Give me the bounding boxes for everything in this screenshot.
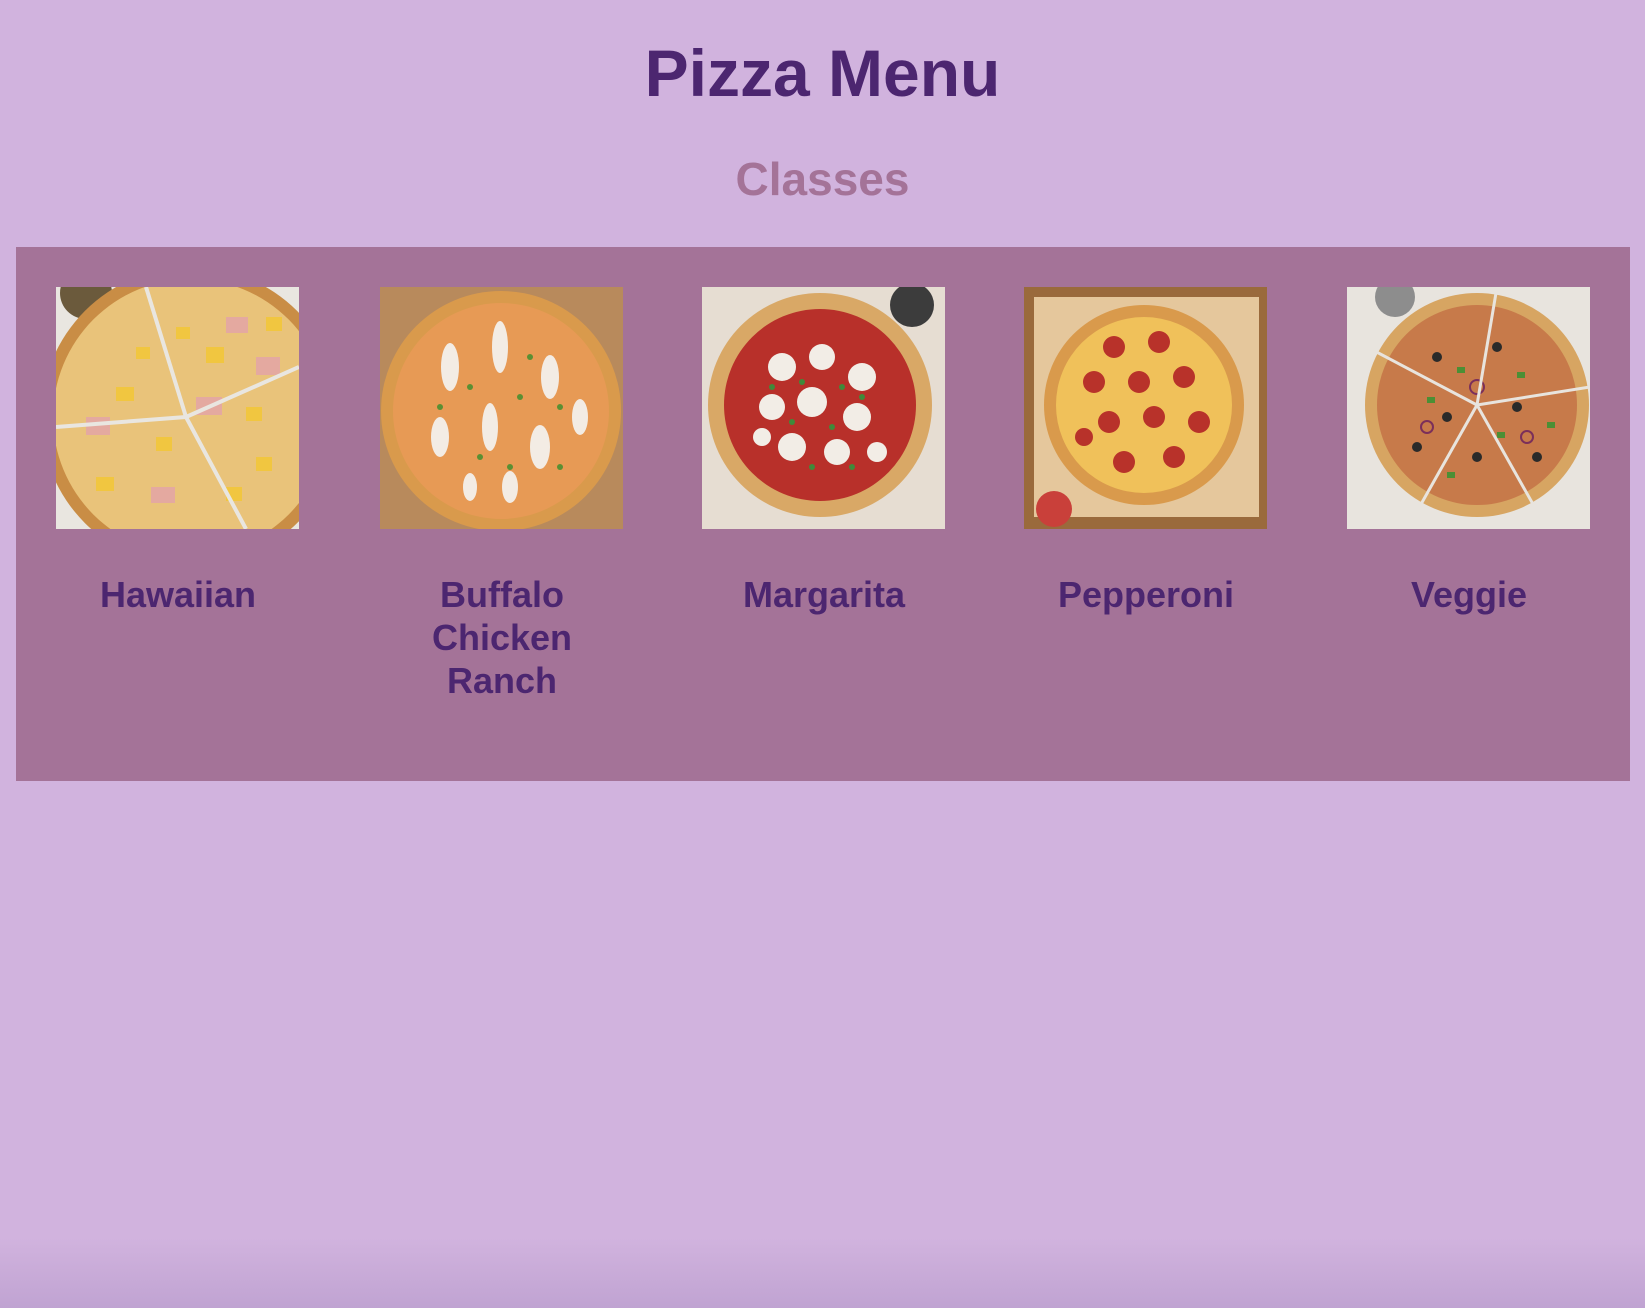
section-subtitle: Classes — [735, 153, 910, 205]
pizza-name: Pepperoni — [1057, 574, 1235, 615]
pizza-name: Veggie — [1410, 574, 1528, 615]
buffalo-chicken-ranch-pizza-photo[interactable] — [380, 287, 623, 529]
pizza-card-margarita[interactable]: Margarita — [702, 287, 946, 616]
bottom-shadow — [0, 1238, 1645, 1308]
pizza-card-pepperoni[interactable]: Pepperoni — [1024, 287, 1268, 616]
pizza-menu-panel: Hawaiian Buffalo Chicken Ranch Margarita… — [16, 247, 1630, 781]
pizza-card-hawaiian[interactable]: Hawaiian — [56, 287, 300, 616]
veggie-pizza-photo[interactable] — [1347, 287, 1590, 529]
pizza-card-veggie[interactable]: Veggie — [1347, 287, 1591, 616]
pizza-name: Hawaiian — [99, 574, 257, 615]
pizza-card-buffalo-chicken-ranch[interactable]: Buffalo Chicken Ranch — [380, 287, 624, 702]
margarita-pizza-photo[interactable] — [702, 287, 945, 529]
hawaiian-pizza-photo[interactable] — [56, 287, 299, 529]
page-title: Pizza Menu — [644, 36, 1001, 110]
pizza-name: Buffalo Chicken Ranch — [431, 574, 573, 701]
pizza-name: Margarita — [742, 574, 906, 615]
pepperoni-pizza-photo[interactable] — [1024, 287, 1267, 529]
